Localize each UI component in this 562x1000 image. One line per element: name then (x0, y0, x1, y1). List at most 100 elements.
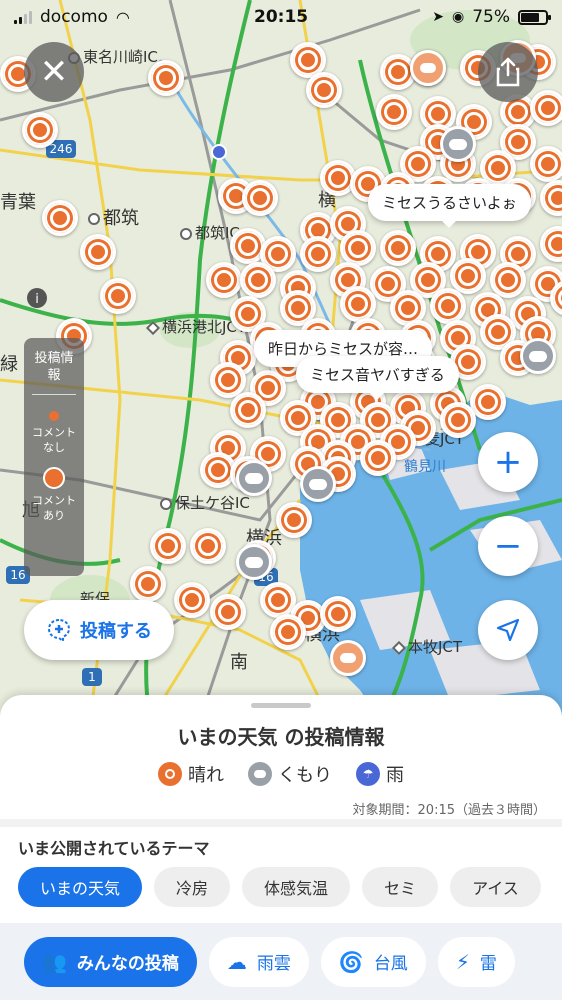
theme-chip-feels-like[interactable]: 体感気温 (242, 867, 351, 907)
sunny-pin[interactable] (22, 112, 58, 148)
sunny-pin[interactable] (210, 594, 246, 630)
post-button-label: 投稿する (80, 621, 152, 642)
place-label: 緑 (0, 354, 18, 375)
comment-bubble[interactable]: ミセスうるさいよぉ (368, 184, 531, 228)
sunny-pin[interactable] (242, 180, 278, 216)
close-button[interactable]: ✕ (24, 42, 84, 102)
svg-text:i: i (35, 292, 39, 307)
legend-label: 雨 (386, 765, 404, 786)
battery-percent: 75% (472, 7, 510, 27)
cloud-icon (248, 762, 272, 786)
sunny-pin[interactable] (530, 90, 562, 126)
sunny-pin[interactable] (42, 200, 78, 236)
tab-label: 雨雲 (256, 954, 291, 974)
zoom-in-button[interactable]: + (478, 432, 538, 492)
with-comment-dot-icon (43, 467, 65, 489)
people-icon: 👥 (42, 949, 67, 974)
share-button[interactable] (478, 42, 538, 102)
sunny-pin[interactable] (530, 146, 562, 182)
sunny-pin[interactable] (100, 278, 136, 314)
tab-everyone-posts[interactable]: 👥 みんなの投稿 (24, 936, 197, 987)
cloudy-pin[interactable] (440, 126, 476, 162)
place-label: 青葉 (0, 192, 36, 213)
theme-chip-ice-cream[interactable]: アイス (450, 867, 541, 907)
tab-typhoon[interactable]: 🌀 台風 (320, 936, 426, 987)
sunny-pin[interactable] (206, 262, 242, 298)
sunny-pin[interactable] (300, 236, 336, 272)
sunny-pin[interactable] (380, 230, 416, 266)
sunny-pin[interactable] (376, 94, 412, 130)
comment-bubble[interactable]: ミセス音ヤバすぎる (296, 356, 459, 400)
place-label: 本牧JCT (391, 636, 462, 657)
rotation-lock-icon: ◉ (451, 9, 465, 25)
sheet-grab-handle[interactable] (251, 703, 311, 708)
cloudy-pin[interactable] (236, 460, 272, 496)
post-button[interactable]: 投稿する (24, 600, 174, 660)
road-shield-246: 246 (50, 142, 73, 156)
sunny-pin[interactable] (240, 262, 276, 298)
minus-icon: − (493, 526, 523, 566)
sunny-pin[interactable] (270, 614, 306, 650)
close-icon: ✕ (39, 52, 69, 92)
tab-lightning[interactable]: ⚡ 雷 (437, 936, 515, 987)
section-divider (0, 819, 562, 827)
sunny-pin[interactable] (148, 60, 184, 96)
umbrella-icon: ☂ (356, 762, 380, 786)
theme-section-title: いま公開されているテーマ (18, 839, 210, 858)
cloudy-pin[interactable] (300, 466, 336, 502)
sunny-pin[interactable] (430, 288, 466, 324)
signal-icon (14, 10, 32, 24)
sunny-pin[interactable] (360, 440, 396, 476)
legend-item-sunny: 晴れ (158, 761, 224, 787)
battery-icon (518, 9, 551, 25)
location-arrow-icon: ➤ (432, 9, 444, 25)
sunny-pin[interactable] (80, 234, 116, 270)
cloudy-pin[interactable] (236, 544, 272, 580)
river-label: 鶴見川 (404, 459, 446, 475)
sunny-pin[interactable] (440, 402, 476, 438)
legend-with-comment-label: コメントあり (32, 494, 76, 522)
post-plus-icon (47, 618, 71, 643)
navigation-arrow-icon (496, 618, 520, 642)
legend-item-cloudy: くもり (248, 761, 332, 787)
period-text: 対象期間：20:15（過去３時間） (352, 803, 546, 818)
carrier-name: docomo (40, 7, 108, 27)
tab-label: 雷 (479, 954, 497, 974)
status-time: 20:15 (254, 7, 309, 27)
partly-cloudy-pin[interactable] (410, 50, 446, 86)
place-label: 保土ケ谷IC (160, 492, 250, 513)
place-label: 都筑 (88, 204, 139, 230)
sun-icon (158, 762, 182, 786)
sunny-pin[interactable] (340, 286, 376, 322)
zoom-out-button[interactable]: − (478, 516, 538, 576)
sunny-pin[interactable] (190, 528, 226, 564)
sunny-pin[interactable] (130, 566, 166, 602)
rain-cloud-icon: ☁ (226, 949, 247, 974)
tab-label: 台風 (373, 954, 408, 974)
theme-chip-cooling[interactable]: 冷房 (154, 867, 231, 907)
theme-chip-current-weather[interactable]: いまの天気 (18, 867, 143, 907)
typhoon-icon: 🌀 (338, 949, 364, 974)
bottom-sheet[interactable]: いまの天気 の投稿情報 晴れ くもり ☂ 雨 対象期間：20:15（過去３時間）… (0, 695, 562, 1000)
lightning-icon: ⚡ (455, 949, 470, 974)
sunny-pin[interactable] (306, 72, 342, 108)
sunny-pin[interactable] (276, 502, 312, 538)
sunny-pin[interactable] (340, 230, 376, 266)
current-location-button[interactable] (478, 600, 538, 660)
place-label: 南 (230, 652, 248, 673)
legend-panel-title: 投稿情報 (34, 351, 74, 383)
tab-label: みんなの投稿 (76, 954, 179, 974)
bottom-tab-bar: 👥 みんなの投稿 ☁ 雨雲 🌀 台風 ⚡ 雷 (0, 923, 562, 1000)
sunny-pin[interactable] (150, 528, 186, 564)
cloudy-pin[interactable] (520, 338, 556, 374)
legend-label: 晴れ (188, 765, 224, 786)
partly-cloudy-pin[interactable] (330, 640, 366, 676)
legend-item-rain: ☂ 雨 (356, 761, 404, 787)
tab-rain-cloud[interactable]: ☁ 雨雲 (208, 936, 309, 987)
share-icon (496, 57, 520, 87)
sunny-pin[interactable] (320, 596, 356, 632)
sunny-pin[interactable] (230, 392, 266, 428)
sunny-pin[interactable] (174, 582, 210, 618)
theme-chip-cicada[interactable]: セミ (362, 867, 439, 907)
wifi-icon: ◠ (115, 7, 130, 27)
